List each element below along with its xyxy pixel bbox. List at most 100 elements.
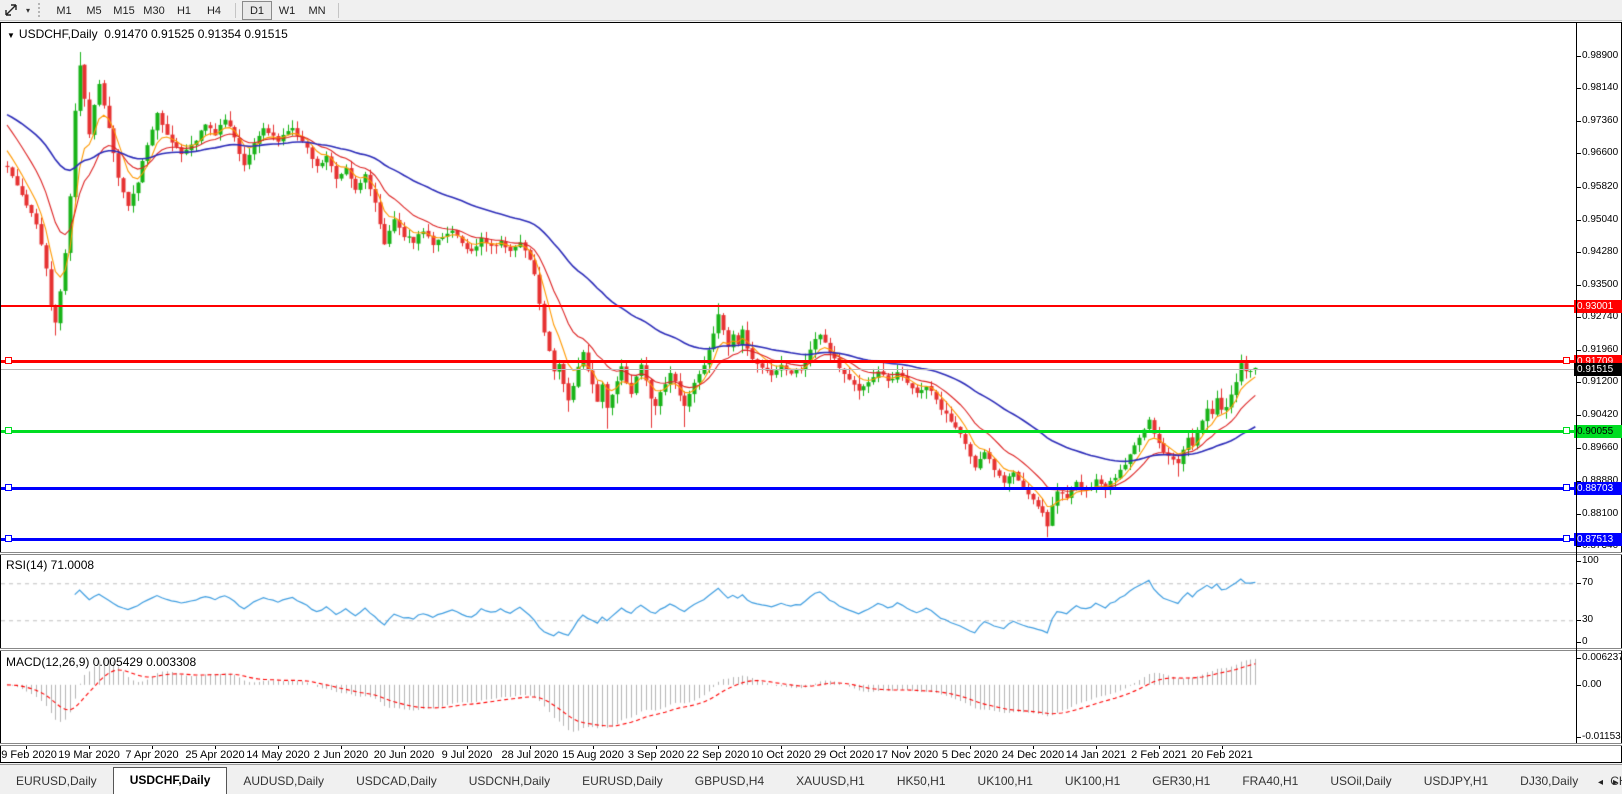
toolbar: ▾ M1 M5 M15 M30 H1 H4 D1 W1 MN <box>0 0 1622 21</box>
symbol-dropdown-icon[interactable]: ▼ <box>7 31 15 40</box>
price-tick-label: 0.98900 <box>1582 50 1619 61</box>
chart-tab-fra40-h1[interactable]: FRA40,H1 <box>1226 770 1314 794</box>
timeframe-button-m5[interactable]: M5 <box>79 1 109 20</box>
price-tickmark <box>1577 252 1581 253</box>
chart-tab-gbpusd-h4[interactable]: GBPUSD,H4 <box>679 770 780 794</box>
chart-symbol-label: USDCHF,Daily <box>18 27 98 41</box>
toolbar-grip <box>38 3 43 17</box>
macd-level-label: 0.00 <box>1582 679 1602 690</box>
rsi-level-tickmark <box>1577 642 1581 643</box>
hline-marker-left-support-0.87513[interactable] <box>5 535 12 542</box>
tab-scroll-arrows: ◂ ▸ <box>1598 777 1618 788</box>
macd-level-label: -0.011534 <box>1582 731 1622 742</box>
price-chip-support-0.88703: 0.88703 <box>1574 482 1622 495</box>
chart-tab-uk100-h1[interactable]: UK100,H1 <box>962 770 1049 794</box>
hline-marker-right-support-0.90055[interactable] <box>1563 427 1570 434</box>
hline-marker-left-resistance-0.91709[interactable] <box>5 357 12 364</box>
panel-splitter-main-rsi[interactable] <box>0 552 1622 555</box>
price-chip-resistance-0.93001: 0.93001 <box>1574 300 1622 313</box>
timeframe-button-h1[interactable]: H1 <box>169 1 199 20</box>
current-price-line <box>1 369 1576 370</box>
hline-handle-resistance-0.91709[interactable] <box>1 358 1576 365</box>
chart-tab-usdcad-daily[interactable]: USDCAD,Daily <box>340 770 453 794</box>
chart-shift-dropdown-caret[interactable]: ▾ <box>22 1 34 19</box>
price-tick-label: 0.93500 <box>1582 279 1619 290</box>
toolbar-separator <box>338 2 339 18</box>
price-tick-label: 0.98140 <box>1582 82 1619 93</box>
chart-tab-usdchf-daily[interactable]: USDCHF,Daily <box>112 767 228 794</box>
price-chip-current: 0.91515 <box>1574 363 1622 376</box>
timeframe-button-w1[interactable]: W1 <box>272 1 302 20</box>
price-tickmark <box>1577 187 1581 188</box>
price-tickmark <box>1577 448 1581 449</box>
timeframe-button-d1[interactable]: D1 <box>242 0 272 20</box>
date-label: 20 Feb 2021 <box>1191 749 1253 761</box>
chart-tab-xauusd-h1[interactable]: XAUUSD,H1 <box>780 770 881 794</box>
price-tick-label: 0.96600 <box>1582 147 1619 158</box>
price-chip-support-0.90055: 0.90055 <box>1574 425 1622 438</box>
main-chart-canvas[interactable] <box>1 23 1576 552</box>
tab-scroll-left-icon[interactable]: ◂ <box>1598 777 1603 788</box>
price-tick-label: 0.97360 <box>1582 115 1619 126</box>
price-tick-label: 0.90420 <box>1582 409 1619 420</box>
price-tickmark <box>1577 285 1581 286</box>
price-axis-border <box>1576 23 1577 743</box>
chart-tab-usdjpy-h1[interactable]: USDJPY,H1 <box>1408 770 1504 794</box>
metatrader-app: ▾ M1 M5 M15 M30 H1 H4 D1 W1 MN ▼ USDCHF,Daily 0.9… <box>0 0 1622 794</box>
chart-tab-audusd-daily[interactable]: AUDUSD,Daily <box>227 770 340 794</box>
rsi-panel-label: RSI(14) 71.0008 <box>6 558 95 572</box>
hline-marker-right-support-0.87513[interactable] <box>1563 535 1570 542</box>
hline-marker-right-support-0.88703[interactable] <box>1563 484 1570 491</box>
chart-shift-icon-glyph <box>5 4 17 16</box>
tab-scroll-right-icon[interactable]: ▸ <box>1613 777 1618 788</box>
hline-handle-resistance-0.93001[interactable] <box>1 303 1576 310</box>
rsi-level-label: 100 <box>1582 555 1599 566</box>
macd-level-tickmark <box>1577 685 1581 686</box>
macd-indicator-canvas[interactable] <box>1 651 1576 743</box>
chart-window: ▼ USDCHF,Daily 0.91470 0.91525 0.91354 0.… <box>0 22 1622 763</box>
rsi-level-tickmark <box>1577 583 1581 584</box>
price-tick-label: 0.89660 <box>1582 442 1619 453</box>
hline-handle-support-0.87513[interactable] <box>1 536 1576 543</box>
chart-tab-eurusd-daily[interactable]: EURUSD,Daily <box>566 770 679 794</box>
price-tick-label: 0.91200 <box>1582 376 1619 387</box>
hline-marker-right-resistance-0.91709[interactable] <box>1563 357 1570 364</box>
chart-title: ▼ USDCHF,Daily 0.91470 0.91525 0.91354 0.… <box>7 27 288 41</box>
rsi-level-label: 30 <box>1582 614 1594 625</box>
panel-splitter-rsi-macd[interactable] <box>0 648 1622 651</box>
price-tickmark <box>1577 220 1581 221</box>
macd-level-tickmark <box>1577 658 1581 659</box>
rsi-indicator-canvas[interactable] <box>1 555 1576 648</box>
macd-panel-label: MACD(12,26,9) 0.005429 0.003308 <box>6 655 197 669</box>
panel-splitter-macd-dates <box>0 743 1622 746</box>
timeframe-button-h4[interactable]: H4 <box>199 1 229 20</box>
chart-ohlc-values: 0.91470 0.91525 0.91354 0.91515 <box>104 27 288 41</box>
hline-marker-left-support-0.88703[interactable] <box>5 484 12 491</box>
hline-handle-support-0.90055[interactable] <box>1 428 1576 435</box>
timeframe-buttons: M1 M5 M15 M30 H1 H4 D1 W1 MN <box>49 0 345 20</box>
timeframe-button-m30[interactable]: M30 <box>139 1 169 20</box>
price-tickmark <box>1577 382 1581 383</box>
price-tick-label: 0.88100 <box>1582 508 1619 519</box>
chart-tab-uk100-h1[interactable]: UK100,H1 <box>1049 770 1136 794</box>
chart-tab-dj30-daily[interactable]: DJ30,Daily <box>1504 770 1594 794</box>
timeframe-button-mn[interactable]: MN <box>302 1 332 20</box>
chart-tab-hk50-h1[interactable]: HK50,H1 <box>881 770 962 794</box>
chart-tab-ger30-h1[interactable]: GER30,H1 <box>1136 770 1226 794</box>
hline-marker-left-support-0.90055[interactable] <box>5 427 12 434</box>
price-tickmark <box>1577 317 1581 318</box>
chart-tab-eurusd-daily[interactable]: EURUSD,Daily <box>0 770 113 794</box>
chart-shift-icon[interactable] <box>0 1 22 19</box>
timeframe-button-m1[interactable]: M1 <box>49 1 79 20</box>
price-tickmark <box>1577 56 1581 57</box>
rsi-level-tickmark <box>1577 561 1581 562</box>
chart-tab-usdcnh-daily[interactable]: USDCNH,Daily <box>453 770 566 794</box>
price-tickmark <box>1577 514 1581 515</box>
rsi-level-tickmark <box>1577 620 1581 621</box>
hline-handle-support-0.88703[interactable] <box>1 485 1576 492</box>
rsi-level-label: 0 <box>1582 636 1588 647</box>
chart-tab-usoil-daily[interactable]: USOil,Daily <box>1314 770 1407 794</box>
timeframe-button-m15[interactable]: M15 <box>109 1 139 20</box>
price-chip-support-0.87513: 0.87513 <box>1574 533 1622 546</box>
price-tick-label: 0.95820 <box>1582 181 1619 192</box>
